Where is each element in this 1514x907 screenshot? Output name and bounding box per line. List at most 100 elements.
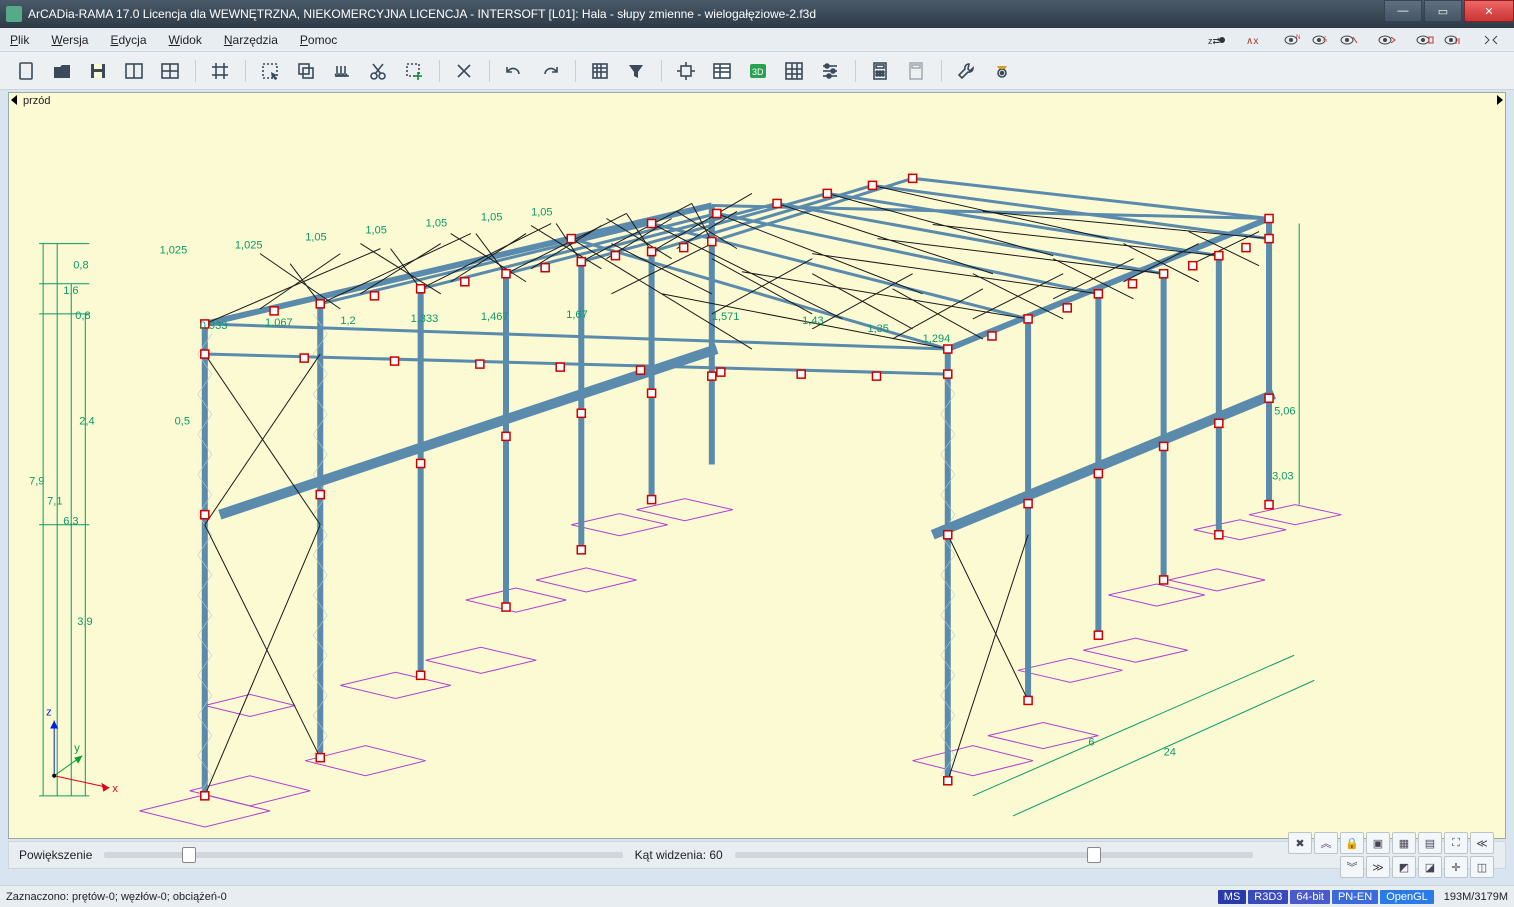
- svg-text:7,1: 7,1: [47, 496, 62, 508]
- grid-icon[interactable]: [202, 56, 238, 86]
- view-btn-box2[interactable]: ▤: [1418, 832, 1442, 854]
- svg-text:N: N: [1296, 35, 1300, 41]
- tag-64bit: 64-bit: [1290, 890, 1330, 904]
- svg-text:1,571: 1,571: [712, 311, 740, 323]
- svg-text:z⇄: z⇄: [1208, 36, 1221, 46]
- viewport-frame: przód 0,8 1,6 0,8 2,4 7,9 7,1 6,3 3,9: [8, 92, 1506, 839]
- selection-status: Zaznaczono: prętów-0; węzłów-0; obciążeń…: [6, 891, 1216, 903]
- select-icon[interactable]: [252, 56, 288, 86]
- layout-1-icon[interactable]: [116, 56, 152, 86]
- view-btn-axes[interactable]: ✛: [1444, 856, 1468, 878]
- table-icon[interactable]: [704, 56, 740, 86]
- transform-icon[interactable]: [668, 56, 704, 86]
- view-btn-down[interactable]: ︾: [1340, 856, 1364, 878]
- view-controls-bar: Powiększenie Kąt widzenia: 60 ✖ ︽ 🔒 ▣ ▦ …: [8, 841, 1506, 869]
- svg-text:3,03: 3,03: [1272, 471, 1293, 483]
- zoom-label: Powiększenie: [19, 848, 92, 862]
- svg-text:x: x: [112, 783, 118, 795]
- menu-plik[interactable]: Plik: [10, 33, 29, 47]
- calculator-2-icon[interactable]: [898, 56, 934, 86]
- tag-pnen: PN-EN: [1332, 890, 1378, 904]
- eye-toggle-6[interactable]: [1440, 30, 1466, 50]
- status-bar: Zaznaczono: prętów-0; węzłów-0; obciążeń…: [0, 885, 1514, 907]
- eye-toggle-5[interactable]: [1412, 30, 1438, 50]
- eye-toggle-1[interactable]: N: [1280, 30, 1306, 50]
- view-btn-left[interactable]: ≪: [1470, 832, 1494, 854]
- svg-text:z: z: [46, 706, 52, 718]
- fov-slider[interactable]: [735, 852, 1253, 858]
- svg-text:1,43: 1,43: [802, 315, 823, 327]
- svg-text:7,9: 7,9: [29, 476, 44, 488]
- minimize-button[interactable]: —: [1384, 0, 1422, 22]
- model-svg: 0,8 1,6 0,8 2,4 7,9 7,1 6,3 3,9: [9, 93, 1505, 841]
- load-icon[interactable]: [324, 56, 360, 86]
- view-btn-lock[interactable]: 🔒: [1340, 832, 1364, 854]
- view-btn-right[interactable]: ≫: [1366, 856, 1390, 878]
- tag-r3d3: R3D3: [1248, 890, 1288, 904]
- window-titlebar: ArCADia-RAMA 17.0 Licencja dla WEWNĘTRZN…: [0, 0, 1514, 28]
- svg-text:0,5: 0,5: [175, 415, 190, 427]
- maximize-button[interactable]: ▭: [1424, 0, 1462, 22]
- copy-icon[interactable]: [288, 56, 324, 86]
- svg-text:∧x: ∧x: [1246, 36, 1258, 47]
- menu-wersja[interactable]: Wersja: [51, 33, 88, 47]
- add-node-icon[interactable]: [396, 56, 432, 86]
- svg-text:1,467: 1,467: [481, 311, 509, 323]
- window-title: ArCADia-RAMA 17.0 Licencja dla WEWNĘTRZN…: [28, 7, 1382, 21]
- svg-text:1,333: 1,333: [411, 313, 439, 325]
- view-buttons: ✖ ︽ 🔒 ▣ ▦ ▤ ⛶ ≪ ︾ ≫ ◩ ◪ ✛ ◫: [1275, 831, 1495, 879]
- view-btn-persp[interactable]: ◫: [1470, 856, 1494, 878]
- settings-gear-icon[interactable]: [984, 56, 1020, 86]
- view-btn-screen[interactable]: ▣: [1366, 832, 1390, 854]
- svg-text:y: y: [74, 743, 80, 755]
- hatch-icon[interactable]: [582, 56, 618, 86]
- calculator-icon[interactable]: [862, 56, 898, 86]
- new-file-icon[interactable]: [8, 56, 44, 86]
- view-btn-box1[interactable]: ▦: [1392, 832, 1416, 854]
- matrix-icon[interactable]: [776, 56, 812, 86]
- svg-text:6,3: 6,3: [63, 516, 78, 528]
- svg-text:1,05: 1,05: [481, 212, 502, 224]
- view-toggle-1[interactable]: z⇄: [1204, 30, 1230, 50]
- close-button[interactable]: ✕: [1464, 0, 1514, 22]
- view-btn-iso2[interactable]: ◪: [1418, 856, 1442, 878]
- sliders-icon[interactable]: [812, 56, 848, 86]
- eye-toggle-2[interactable]: ⁄₁: [1308, 30, 1334, 50]
- svg-text:2,4: 2,4: [79, 415, 94, 427]
- filter-icon[interactable]: [618, 56, 654, 86]
- svg-text:1,025: 1,025: [160, 245, 188, 257]
- menu-edycja[interactable]: Edycja: [110, 33, 146, 47]
- eye-toggle-4[interactable]: [1374, 30, 1400, 50]
- view-btn-fit[interactable]: ⛶: [1444, 832, 1468, 854]
- menu-narzedzia[interactable]: Narzędzia: [224, 33, 278, 47]
- svg-text:1,6: 1,6: [63, 285, 78, 297]
- svg-text:1,05: 1,05: [365, 225, 386, 237]
- collapse-toggle[interactable]: [1478, 30, 1504, 50]
- cut-icon[interactable]: [360, 56, 396, 86]
- eye-toggle-3[interactable]: [1336, 30, 1362, 50]
- svg-text:1,294: 1,294: [923, 333, 951, 345]
- layout-2-icon[interactable]: [152, 56, 188, 86]
- view-btn-iso1[interactable]: ◩: [1392, 856, 1416, 878]
- viewport-3d[interactable]: przód 0,8 1,6 0,8 2,4 7,9 7,1 6,3 3,9: [9, 93, 1505, 838]
- undo-icon[interactable]: [496, 56, 532, 86]
- view-btn-up[interactable]: ︽: [1314, 832, 1338, 854]
- svg-text:0,8: 0,8: [75, 310, 90, 322]
- svg-text:1,2: 1,2: [340, 315, 355, 327]
- svg-text:6: 6: [1088, 737, 1094, 749]
- menu-pomoc[interactable]: Pomoc: [300, 33, 337, 47]
- open-file-icon[interactable]: [44, 56, 80, 86]
- wrench-icon[interactable]: [948, 56, 984, 86]
- delete-icon[interactable]: [446, 56, 482, 86]
- svg-text:1,05: 1,05: [531, 206, 552, 218]
- view-3d-icon[interactable]: 3D: [740, 56, 776, 86]
- view-toggle-2[interactable]: ∧x: [1242, 30, 1268, 50]
- view-btn-cross[interactable]: ✖: [1288, 832, 1312, 854]
- svg-text:1,67: 1,67: [566, 309, 587, 321]
- save-file-icon[interactable]: [80, 56, 116, 86]
- redo-icon[interactable]: [532, 56, 568, 86]
- zoom-slider[interactable]: [104, 852, 622, 858]
- svg-text:5,06: 5,06: [1274, 405, 1295, 417]
- menu-widok[interactable]: Widok: [169, 33, 202, 47]
- svg-text:1,35: 1,35: [867, 323, 888, 335]
